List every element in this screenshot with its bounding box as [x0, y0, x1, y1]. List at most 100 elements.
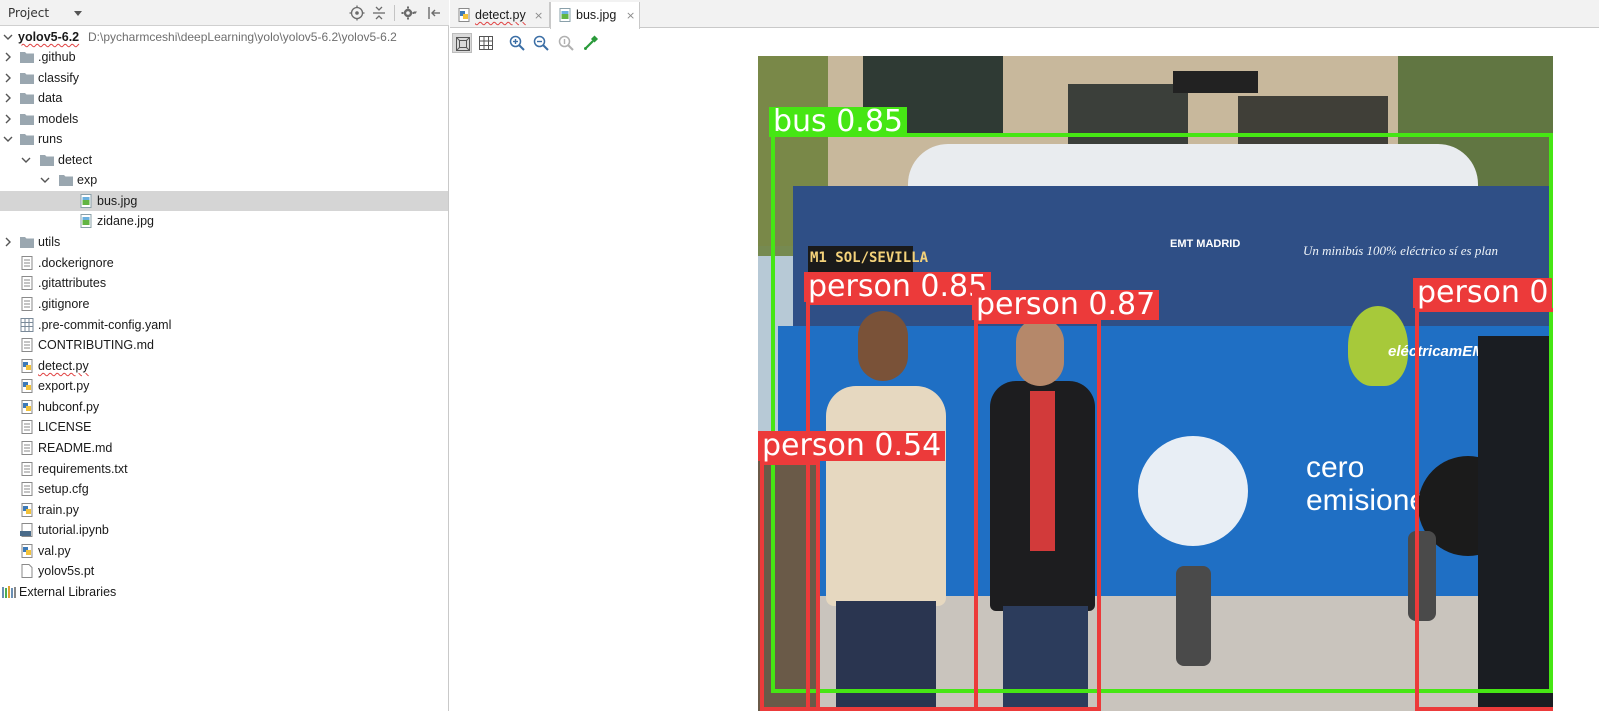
- image-file-icon: [78, 214, 94, 228]
- tree-item-label: bus.jpg: [97, 194, 138, 208]
- tree-root-yolov5[interactable]: yolov5-6.2 D:\pycharmceshi\deepLearning\…: [0, 27, 448, 47]
- python-file-icon: [19, 544, 35, 558]
- project-tool-window: Project yolov5-6.2 D:\pycharmceshi\deepL…: [0, 0, 449, 711]
- chevron-down-icon: [74, 11, 82, 16]
- tree-item-contributing[interactable]: CONTRIBUTING.md: [0, 335, 448, 355]
- image-file-icon: [78, 194, 94, 208]
- tree-item-setup-cfg[interactable]: setup.cfg: [0, 479, 448, 499]
- zoom-out-icon[interactable]: [531, 33, 551, 53]
- editor-tab-bar: detect.py × bus.jpg ×: [450, 0, 1599, 29]
- settings-gear-icon[interactable]: [401, 5, 417, 21]
- tree-item-requirements[interactable]: requirements.txt: [0, 459, 448, 479]
- text-file-icon: [19, 462, 35, 476]
- tree-item-label: External Libraries: [19, 585, 117, 599]
- tree-item-data[interactable]: data: [0, 88, 448, 108]
- tree-item-exp[interactable]: exp: [0, 170, 448, 190]
- tab-detect-py[interactable]: detect.py ×: [450, 2, 550, 28]
- text-file-icon: [19, 482, 35, 496]
- tree-item-label: val.py: [38, 544, 71, 558]
- tree-item-label: runs: [38, 132, 63, 146]
- tree-item-train-py[interactable]: train.py: [0, 500, 448, 520]
- zoom-in-icon[interactable]: [507, 33, 527, 53]
- tree-item-label: train.py: [38, 503, 79, 517]
- chevron-down-icon[interactable]: [40, 174, 50, 186]
- folder-icon: [58, 173, 74, 187]
- tree-item-label: .gitignore: [38, 297, 90, 311]
- tree-item-dockerignore[interactable]: .dockerignore: [0, 253, 448, 273]
- chevron-down-icon[interactable]: [21, 154, 31, 166]
- tree-item-github[interactable]: .github: [0, 47, 448, 67]
- fit-zoom-icon[interactable]: [452, 33, 472, 53]
- notebook-file-icon: [19, 523, 35, 537]
- tree-item-runs[interactable]: runs: [0, 129, 448, 149]
- tree-item-label: setup.cfg: [38, 482, 89, 496]
- tab-label: detect.py: [475, 8, 526, 22]
- tree-item-detect-folder[interactable]: detect: [0, 150, 448, 170]
- target-icon[interactable]: [349, 5, 365, 21]
- folder-icon: [19, 91, 35, 105]
- person-bounding-box: [974, 320, 1101, 711]
- person-bounding-box: [760, 461, 820, 711]
- tab-bus-jpg[interactable]: bus.jpg ×: [550, 2, 640, 29]
- tree-item-label: .pre-commit-config.yaml: [38, 318, 172, 332]
- tab-label: bus.jpg: [576, 8, 617, 22]
- tree-item-tutorial-ipynb[interactable]: tutorial.ipynb: [0, 520, 448, 540]
- person-detection-label: person 0.87: [972, 290, 1160, 320]
- tree-item-readme[interactable]: README.md: [0, 438, 448, 458]
- tree-item-label: models: [38, 112, 79, 126]
- tree-item-label: exp: [77, 173, 98, 187]
- tree-item-gitattributes[interactable]: .gitattributes: [0, 273, 448, 293]
- tree-item-license[interactable]: LICENSE: [0, 417, 448, 437]
- text-file-icon: [19, 276, 35, 290]
- tree-item-utils[interactable]: utils: [0, 232, 448, 252]
- bus-detection-label: bus 0.85: [769, 107, 908, 137]
- chevron-right-icon[interactable]: [3, 51, 13, 63]
- person-detection-label: person 0.85: [804, 272, 992, 302]
- project-view-selector[interactable]: Project: [0, 0, 92, 26]
- folder-icon: [19, 112, 35, 126]
- tree-item-models[interactable]: models: [0, 109, 448, 129]
- tree-item-label: detect.py: [38, 359, 89, 373]
- tree-item-label: CONTRIBUTING.md: [38, 338, 154, 352]
- folder-icon: [19, 50, 35, 64]
- python-file-icon: [19, 359, 35, 373]
- tree-item-pre-commit-config[interactable]: .pre-commit-config.yaml: [0, 315, 448, 335]
- tree-item-bus-jpg[interactable]: bus.jpg: [0, 191, 448, 211]
- chevron-right-icon[interactable]: [3, 92, 13, 104]
- person-bounding-box: [806, 301, 978, 711]
- collapse-all-icon[interactable]: [371, 5, 387, 21]
- library-icon: [1, 585, 17, 599]
- tree-item-yolov5s-pt[interactable]: yolov5s.pt: [0, 561, 448, 581]
- chevron-right-icon[interactable]: [3, 236, 13, 248]
- chevron-down-icon[interactable]: [3, 133, 13, 145]
- tree-item-external-libraries[interactable]: External Libraries: [0, 582, 448, 602]
- tree-item-label: tutorial.ipynb: [38, 523, 109, 537]
- editor-area: detect.py × bus.jpg × M1 SOL/SEVILLA EMT…: [450, 0, 1599, 711]
- detection-image: M1 SOL/SEVILLA EMT MADRID Un minibús 100…: [758, 56, 1553, 711]
- close-icon[interactable]: ×: [534, 9, 543, 22]
- folder-icon: [19, 132, 35, 146]
- actual-size-icon[interactable]: [556, 33, 576, 53]
- close-icon[interactable]: ×: [626, 9, 635, 22]
- python-file-icon: [19, 400, 35, 414]
- markdown-file-icon: [19, 338, 35, 352]
- grid-icon[interactable]: [476, 33, 496, 53]
- color-picker-icon[interactable]: [581, 33, 601, 53]
- chevron-right-icon[interactable]: [3, 113, 13, 125]
- tree-item-hubconf-py[interactable]: hubconf.py: [0, 397, 448, 417]
- tree-item-val-py[interactable]: val.py: [0, 541, 448, 561]
- street-light: [1173, 71, 1258, 93]
- person-detection-label: person 0.54: [758, 431, 946, 461]
- tree-item-detect-py[interactable]: detect.py: [0, 356, 448, 376]
- hide-panel-icon[interactable]: [426, 5, 442, 21]
- python-file-icon: [457, 8, 471, 22]
- tree-item-label: hubconf.py: [38, 400, 100, 414]
- folder-icon: [39, 153, 55, 167]
- tree-item-zidane-jpg[interactable]: zidane.jpg: [0, 211, 448, 231]
- tree-item-classify[interactable]: classify: [0, 68, 448, 88]
- project-view-label: Project: [8, 6, 50, 20]
- yaml-file-icon: [19, 318, 35, 332]
- tree-item-export-py[interactable]: export.py: [0, 376, 448, 396]
- tree-item-gitignore[interactable]: .gitignore: [0, 294, 448, 314]
- chevron-right-icon[interactable]: [3, 72, 13, 84]
